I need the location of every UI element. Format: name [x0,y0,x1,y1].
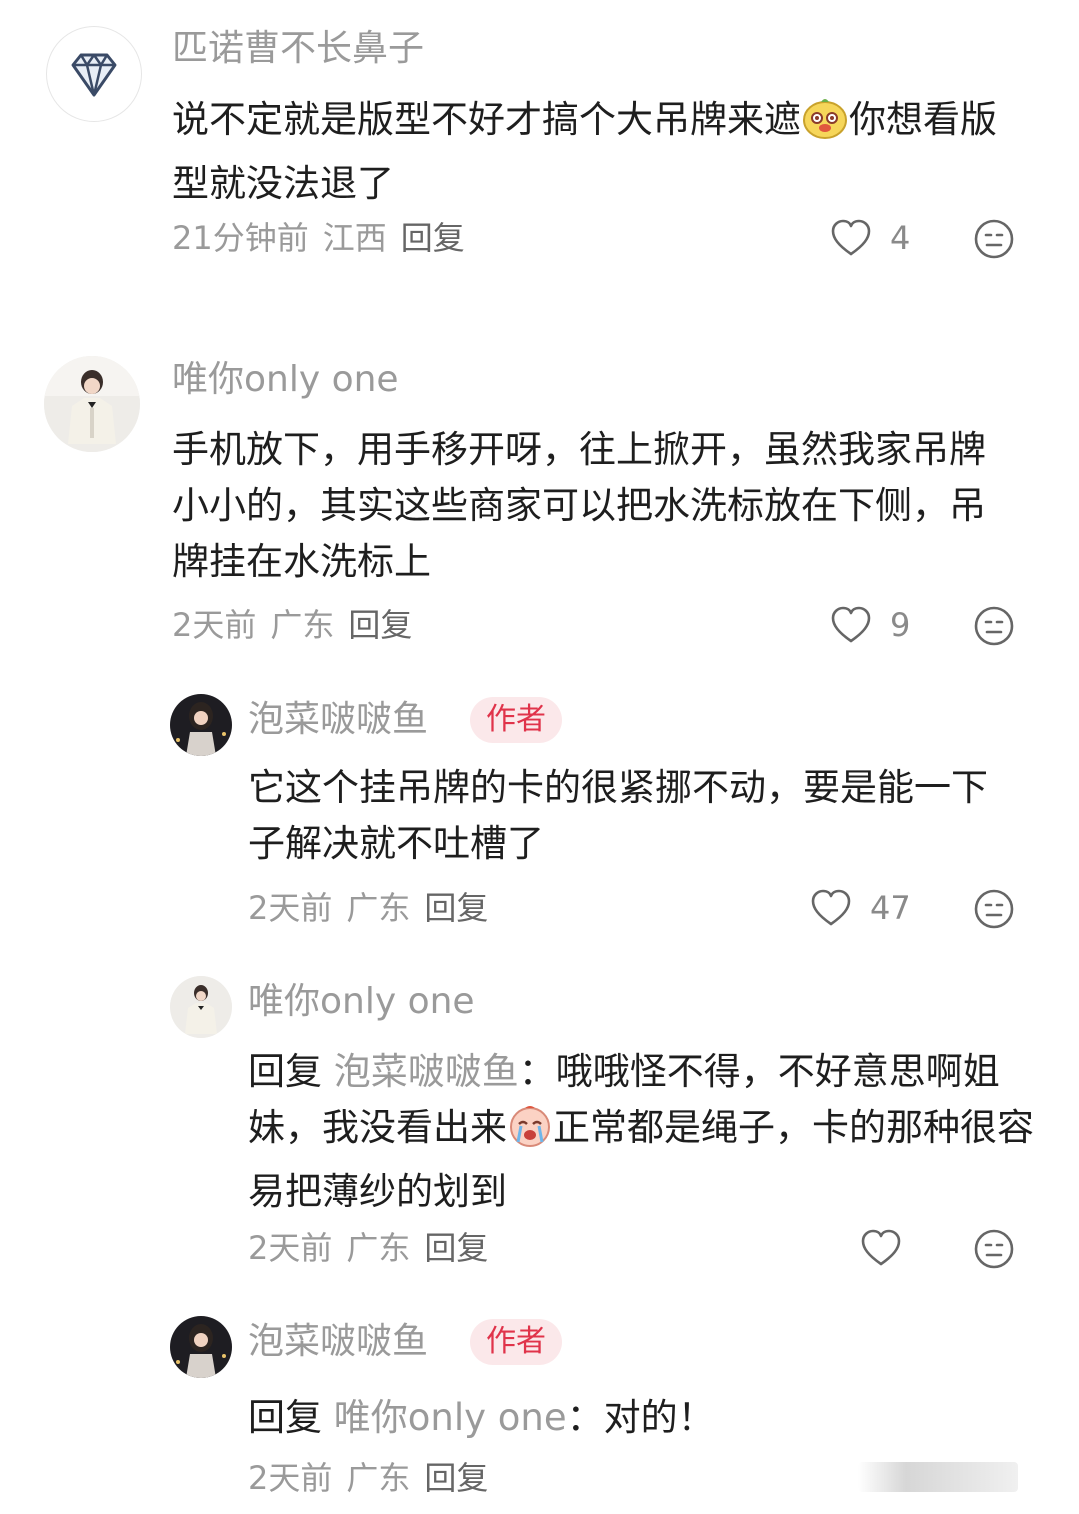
comment-meta: 21分钟前 江西 回复 [172,218,479,258]
username[interactable]: 泡菜啵啵鱼 [248,698,428,742]
username[interactable]: 唯你only one [248,980,475,1024]
comment-meta: 2天前 广东 回复 [172,605,426,645]
region: 广东 [346,889,411,927]
like-button[interactable]: 47 [810,886,911,930]
like-button[interactable]: 4 [830,216,910,260]
reply-prefix: 回复 [248,1050,322,1093]
avatar[interactable] [46,26,142,122]
user-photo-icon [44,356,140,452]
dislike-face-icon[interactable] [973,888,1015,930]
region: 江西 [322,219,387,257]
username[interactable]: 泡菜啵啵鱼 [248,1320,428,1364]
region: 广东 [346,1229,411,1267]
mention-link[interactable]: 泡菜啵啵鱼 [334,1050,519,1093]
author-badge: 作者 [470,697,562,743]
username[interactable]: 唯你only one [172,358,399,402]
comment-text: 手机放下，用手移开呀，往上掀开，虽然我家吊牌小小的，其实这些商家可以把水洗标放在… [172,428,986,583]
avatar[interactable] [170,976,232,1038]
comment-meta: 2天前 广东 回复 [248,888,502,928]
comment-meta: 2天前 广东 回复 [248,1458,502,1498]
scroll-indicator [858,1462,1018,1492]
comment-text-part: ：对的！ [566,1396,715,1439]
timestamp: 2天前 [248,1229,333,1267]
reply-prefix: 回复 [248,1396,322,1439]
user-photo-icon [170,976,232,1038]
user-photo-icon [170,694,232,756]
username[interactable]: 匹诺曹不长鼻子 [172,27,424,71]
like-count: 4 [890,219,911,257]
reply-button[interactable]: 回复 [424,889,488,927]
reply-button[interactable]: 回复 [424,1229,488,1267]
avatar[interactable] [170,1316,232,1378]
like-button[interactable] [860,1226,920,1270]
comment-text-part: 说不定就是版型不好才搞个大吊牌来遮 [172,98,801,141]
like-button[interactable]: 9 [830,603,910,647]
avatar[interactable] [44,356,140,452]
comment-text: 回复 泡菜啵啵鱼：哦哦怪不得，不好意思啊姐妹，我没看出来 正常都是绳子，卡的那种很… [248,1044,1038,1220]
doge-emoji-icon [801,94,849,156]
user-photo-icon [170,1316,232,1378]
mention-link[interactable]: 唯你only one [334,1396,567,1439]
diamond-icon [71,53,117,97]
timestamp: 2天前 [248,889,333,927]
region: 广东 [346,1459,411,1497]
crying-emoji-icon [507,1102,553,1164]
timestamp: 2天前 [248,1459,333,1497]
comment-meta: 2天前 广东 回复 [248,1228,502,1268]
dislike-face-icon[interactable] [973,605,1015,647]
reply-button[interactable]: 回复 [424,1459,488,1497]
timestamp: 2天前 [172,606,257,644]
avatar[interactable] [170,694,232,756]
heart-icon [861,1229,901,1266]
heart-icon [831,606,871,643]
timestamp: 21分钟前 [172,219,309,257]
reply-button[interactable]: 回复 [348,606,412,644]
like-count: 9 [890,606,911,644]
dislike-face-icon[interactable] [973,218,1015,260]
like-count: 47 [870,889,911,927]
heart-icon [831,219,871,256]
heart-icon [811,889,851,926]
dislike-face-icon[interactable] [973,1228,1015,1270]
region: 广东 [270,606,335,644]
reply-button[interactable]: 回复 [401,219,465,257]
comment-text: 说不定就是版型不好才搞个大吊牌来遮 你想看版型就没法退了 [172,92,1022,212]
author-badge: 作者 [470,1319,562,1365]
comment-text: 回复 唯你only one：对的！ [248,1390,1022,1446]
comment-text: 它这个挂吊牌的卡的很紧挪不动，要是能一下子解决就不吐槽了 [248,766,988,865]
